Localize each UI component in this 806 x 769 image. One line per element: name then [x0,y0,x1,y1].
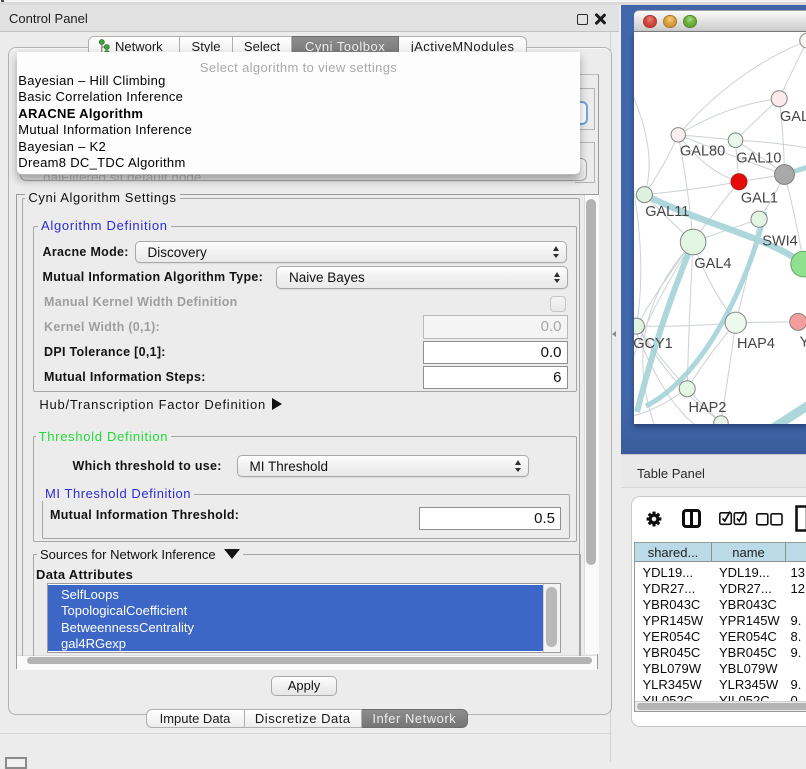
svg-text:HAP4: HAP4 [737,336,775,352]
svg-text:GAL: GAL [780,109,806,125]
svg-text:GCY1: GCY1 [634,336,673,352]
svg-text:GAL11: GAL11 [645,204,689,220]
svg-text:GAL4: GAL4 [694,256,731,272]
svg-text:GAL1: GAL1 [740,190,777,206]
svg-text:GAL80: GAL80 [680,143,725,159]
svg-text:Y: Y [799,334,806,350]
svg-text:GAL10: GAL10 [736,150,781,166]
svg-text:SWI4: SWI4 [762,233,797,249]
svg-text:HAP2: HAP2 [688,399,726,415]
